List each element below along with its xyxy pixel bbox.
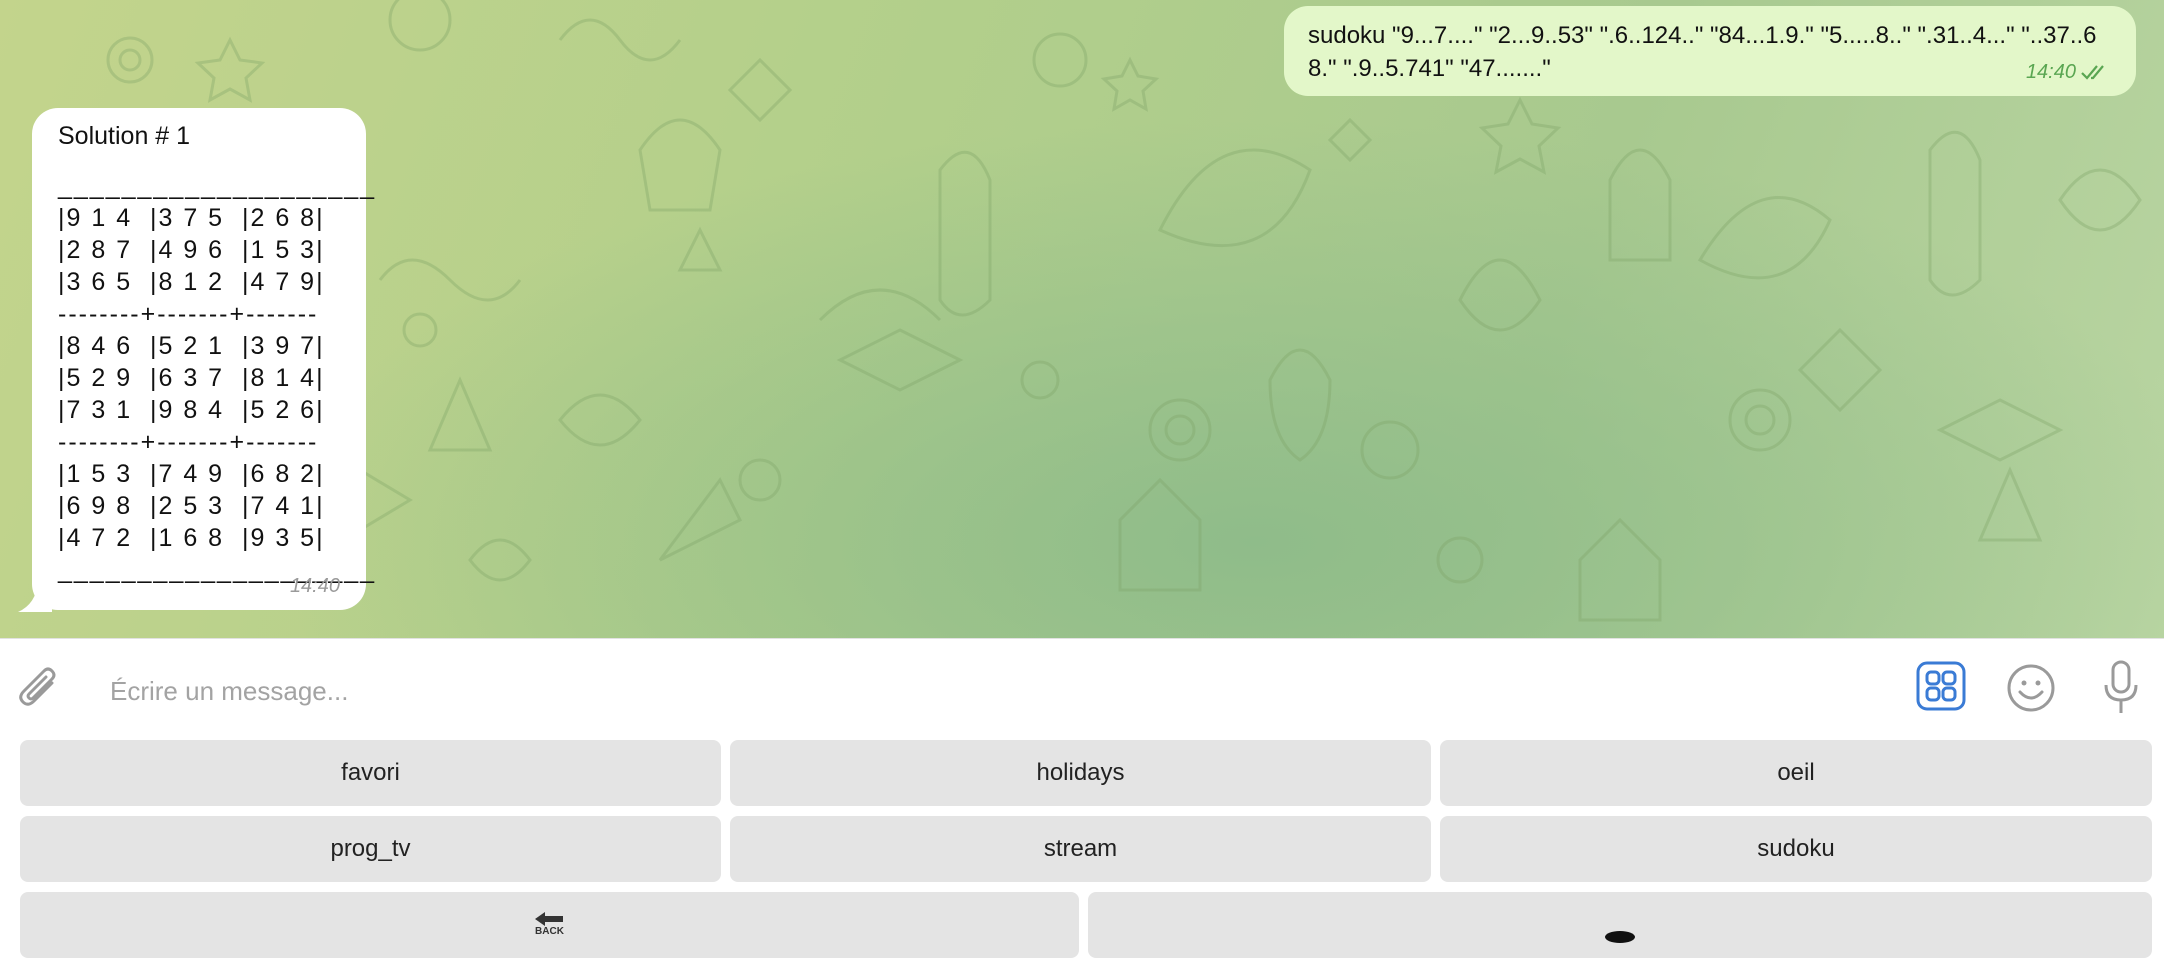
keyboard-button-oeil[interactable]: oeil	[1440, 740, 2152, 806]
outgoing-message-text: sudoku "9...7...." "2...9..53" ".6..124.…	[1308, 22, 2097, 82]
back-arrow-icon	[534, 912, 563, 926]
bot-keyboard: favori holidays oeil prog_tv stream sudo…	[0, 740, 2164, 966]
stop-icon	[1605, 931, 1635, 943]
message-composer	[0, 638, 2164, 740]
read-checkmarks-icon	[2081, 65, 2104, 80]
keyboard-button-stop[interactable]	[1088, 892, 2152, 958]
sudoku-solution-grid: ____________________ |9 1 4 |3 7 5 |2 6 …	[58, 172, 377, 584]
incoming-message-time: 14:40	[289, 575, 340, 597]
incoming-message-title: Solution # 1	[58, 122, 191, 150]
chat-area: sudoku "9...7...." "2...9..53" ".6..124.…	[0, 0, 2164, 638]
message-input[interactable]	[108, 667, 1872, 715]
bot-commands-icon[interactable]	[1916, 661, 1966, 711]
back-label: BACK	[535, 926, 564, 937]
keyboard-button-holidays[interactable]: holidays	[730, 740, 1431, 806]
keyboard-button-prog-tv[interactable]: prog_tv	[20, 816, 721, 882]
keyboard-button-back[interactable]: BACK	[20, 892, 1079, 958]
outgoing-message-time: 14:40	[2025, 61, 2076, 83]
keyboard-button-favori[interactable]: favori	[20, 740, 721, 806]
paperclip-icon[interactable]	[18, 661, 62, 717]
incoming-message[interactable]: Solution # 1 ____________________ |9 1 4…	[32, 108, 374, 610]
microphone-icon[interactable]	[2102, 659, 2140, 717]
emoji-icon[interactable]	[2006, 663, 2056, 713]
keyboard-button-sudoku[interactable]: sudoku	[1440, 816, 2152, 882]
keyboard-button-stream[interactable]: stream	[730, 816, 1431, 882]
outgoing-message[interactable]: sudoku "9...7...." "2...9..53" ".6..124.…	[1284, 6, 2136, 96]
